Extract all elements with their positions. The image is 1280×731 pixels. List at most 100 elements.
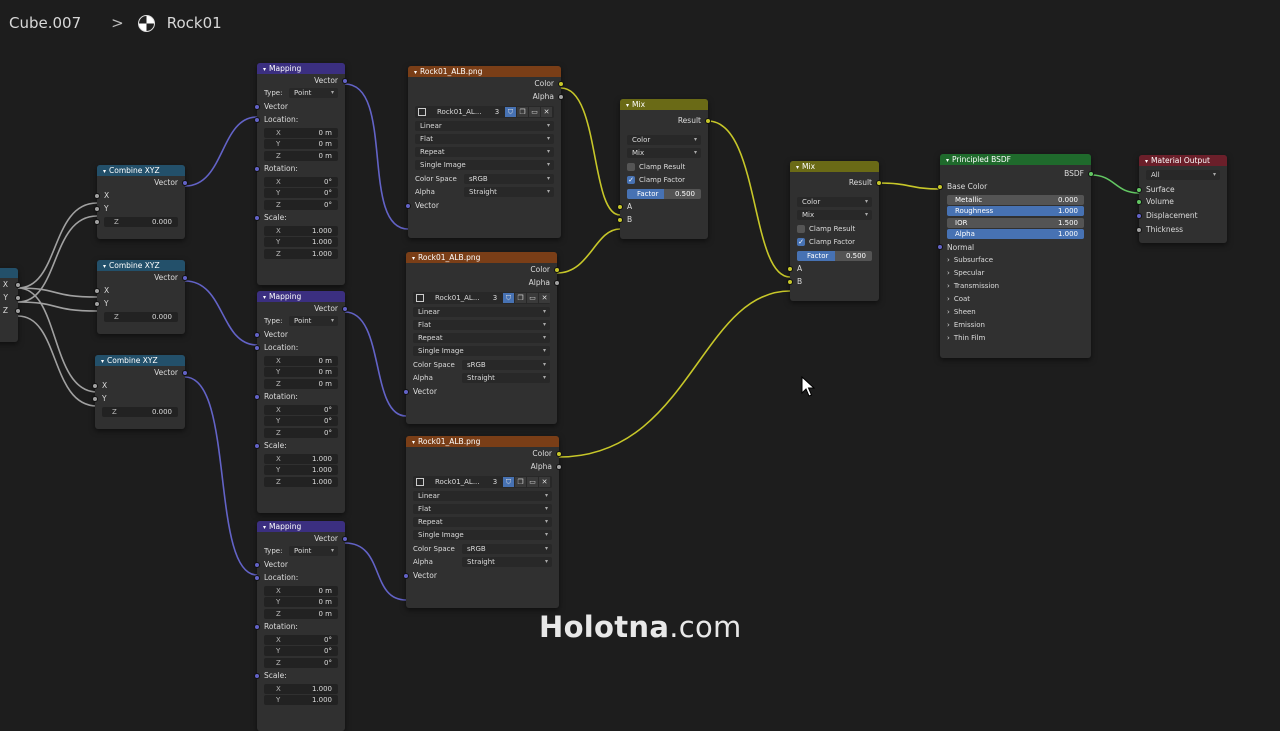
metallic-field[interactable]: Metallic 0.000 [947, 194, 1084, 205]
scale-y-field[interactable]: Y 1.000 [264, 237, 338, 247]
node-header[interactable]: ▾ Material Output [1139, 155, 1227, 166]
target-dropdown[interactable]: All ▾ [1146, 170, 1220, 180]
input-socket-vector[interactable] [403, 572, 409, 579]
panel-specular[interactable]: › Specular [940, 267, 1091, 280]
panel-sheen[interactable]: › Sheen [940, 306, 1091, 319]
folder-icon[interactable]: ▭ [529, 107, 540, 117]
input-socket-rotation[interactable] [254, 165, 260, 172]
input-socket-x[interactable] [94, 192, 100, 199]
colorspace-dropdown[interactable]: sRGB ▾ [462, 360, 550, 370]
scale-x-field[interactable]: X 1.000 [264, 453, 338, 464]
node-header[interactable] [0, 268, 18, 278]
node-header[interactable]: ▾ Principled BSDF [940, 154, 1091, 165]
input-socket-vector[interactable] [254, 103, 260, 110]
output-socket-result[interactable] [876, 179, 882, 186]
node-header[interactable]: ▾ Mix [790, 161, 879, 172]
data-type-dropdown[interactable]: Color ▾ [797, 197, 872, 207]
z-field[interactable]: Z 0.000 [102, 406, 178, 417]
collapse-icon[interactable]: ▾ [412, 439, 415, 446]
extension-dropdown[interactable]: Repeat ▾ [413, 517, 552, 527]
input-socket-normal[interactable] [937, 244, 943, 250]
checkmark-icon[interactable]: ✓ [797, 238, 805, 246]
output-socket-result[interactable] [705, 117, 711, 124]
scale-z-field[interactable]: Z 1.000 [264, 248, 338, 259]
panel-transmission[interactable]: › Transmission [940, 280, 1091, 293]
collapse-icon[interactable]: ▾ [101, 358, 104, 365]
source-dropdown[interactable]: Single Image ▾ [413, 530, 552, 540]
output-socket-vector[interactable] [182, 274, 188, 281]
input-socket-b[interactable] [617, 216, 623, 223]
input-socket-base-color[interactable] [937, 183, 943, 190]
output-socket-vector[interactable] [182, 369, 188, 376]
input-socket-location[interactable] [254, 574, 260, 581]
material-output-node[interactable]: ▾ Material Output All ▾ Surface Volume Dis… [1136, 155, 1227, 243]
image-icon[interactable] [416, 478, 424, 486]
mapping-node-1[interactable]: ▾ Mapping Vector Type: Point ▾ Vector Locat… [254, 63, 348, 285]
input-socket-thickness[interactable] [1136, 226, 1142, 233]
type-dropdown[interactable]: Point ▾ [289, 88, 338, 98]
output-socket-x[interactable] [15, 281, 21, 288]
clamp-factor-checkbox[interactable]: ✓ Clamp Factor [790, 236, 879, 249]
scale-x-field[interactable]: X 1.000 [264, 225, 338, 236]
combine-xyz-node-1[interactable]: ▾ Combine XYZ Vector X Y Z 0.000 [94, 165, 188, 239]
mapping-node-2[interactable]: ▾ Mapping Vector Type: Point ▾ Vector Locat… [254, 291, 348, 513]
input-socket-y[interactable] [94, 205, 100, 212]
image-icon[interactable] [418, 108, 426, 116]
close-icon[interactable]: ✕ [539, 477, 550, 487]
location-x-field[interactable]: X 0 m [264, 585, 338, 596]
rotation-x-field[interactable]: X 0° [264, 404, 338, 415]
rotation-z-field[interactable]: Z 0° [264, 427, 338, 438]
clamp-result-checkbox[interactable]: Clamp Result [790, 223, 879, 236]
collapse-icon[interactable]: ▾ [412, 255, 415, 262]
input-socket-vector[interactable] [254, 331, 260, 338]
node-header[interactable]: ▾ Combine XYZ [97, 260, 185, 271]
output-socket-vector[interactable] [182, 179, 188, 186]
separate-xyz-node[interactable]: X Y Z [0, 268, 21, 342]
alpha-mode-dropdown[interactable]: Straight ▾ [462, 557, 552, 567]
clamp-factor-checkbox[interactable]: ✓ Clamp Factor [620, 174, 708, 187]
input-socket-z[interactable] [94, 218, 100, 225]
node-header[interactable]: ▾ Combine XYZ [95, 355, 185, 366]
output-socket-color[interactable] [556, 450, 562, 457]
input-socket-location[interactable] [254, 116, 260, 123]
input-socket-displacement[interactable] [1136, 212, 1142, 219]
mix-node-1[interactable]: ▾ Mix Result Color ▾ Mix ▾ Clamp Result ✓ Cl… [617, 99, 711, 239]
input-socket-vector[interactable] [254, 561, 260, 568]
output-socket-color[interactable] [554, 266, 560, 273]
blend-mode-dropdown[interactable]: Mix ▾ [627, 148, 701, 158]
node-header[interactable]: ▾ Mapping [257, 291, 345, 302]
rotation-x-field[interactable]: X 0° [264, 176, 338, 187]
collapse-icon[interactable]: ▾ [103, 168, 106, 175]
alpha-mode-dropdown[interactable]: Straight ▾ [462, 373, 550, 383]
type-dropdown[interactable]: Point ▾ [289, 546, 338, 556]
checkmark-icon[interactable]: ✓ [627, 176, 635, 184]
breadcrumb-material[interactable]: Rock01 [167, 14, 222, 32]
collapse-icon[interactable]: ▾ [626, 102, 629, 109]
interpolation-dropdown[interactable]: Linear ▾ [413, 307, 550, 317]
colorspace-dropdown[interactable]: sRGB ▾ [464, 174, 554, 184]
collapse-icon[interactable]: ▾ [263, 294, 266, 301]
image-texture-node-3[interactable]: ▾ Rock01_ALB.png Color Alpha Rock01_AL...… [403, 436, 562, 608]
input-socket-x[interactable] [92, 382, 98, 389]
collapse-icon[interactable]: ▾ [1145, 158, 1148, 165]
duplicate-icon[interactable]: ❐ [517, 107, 528, 117]
shield-icon[interactable]: ⛉ [503, 477, 514, 487]
roughness-field[interactable]: Roughness 1.000 [947, 206, 1084, 216]
alpha-field[interactable]: Alpha 1.000 [947, 229, 1084, 239]
checkbox[interactable] [627, 163, 635, 171]
location-z-field[interactable]: Z 0 m [264, 150, 338, 161]
location-y-field[interactable]: Y 0 m [264, 597, 338, 607]
source-dropdown[interactable]: Single Image ▾ [415, 160, 554, 170]
interpolation-dropdown[interactable]: Linear ▾ [413, 491, 552, 501]
folder-icon[interactable]: ▭ [527, 477, 538, 487]
node-header[interactable]: ▾ Rock01_ALB.png [406, 436, 559, 447]
image-texture-node-2[interactable]: ▾ Rock01_ALB.png Color Alpha Rock01_AL...… [403, 252, 560, 424]
breadcrumb-object[interactable]: Cube.007 [9, 14, 81, 32]
folder-icon[interactable]: ▭ [527, 293, 538, 303]
output-socket-alpha[interactable] [554, 279, 560, 286]
duplicate-icon[interactable]: ❐ [515, 293, 526, 303]
duplicate-icon[interactable]: ❐ [515, 477, 526, 487]
input-socket-y[interactable] [92, 395, 98, 402]
mapping-node-3[interactable]: ▾ Mapping Vector Type: Point ▾ Vector Locat… [254, 521, 348, 731]
rotation-y-field[interactable]: Y 0° [264, 646, 338, 656]
